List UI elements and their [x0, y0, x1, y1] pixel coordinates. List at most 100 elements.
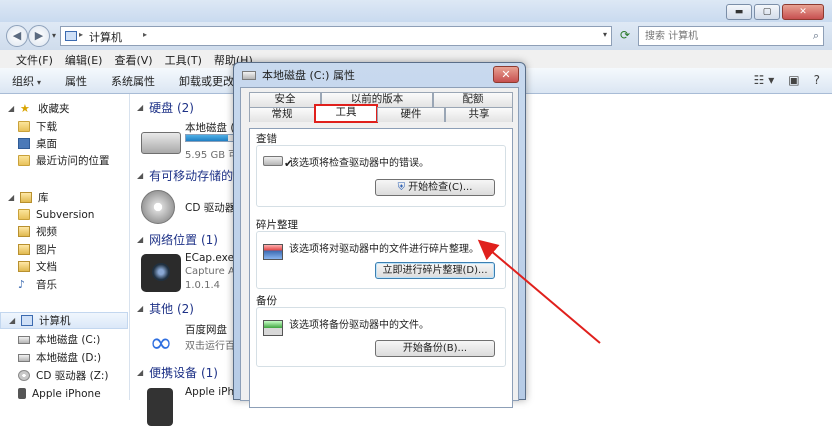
free-space-label: 5.95 GB 可 — [185, 150, 239, 161]
breadcrumb-separator[interactable]: ▸ — [79, 30, 83, 39]
tab-sharing[interactable]: 共享 — [445, 107, 513, 122]
nav-iphone[interactable]: Apple iPhone — [18, 385, 101, 402]
nav-downloads[interactable]: 下载 — [18, 118, 57, 135]
drive-name: CD 驱动器 — [185, 202, 236, 214]
organize-button[interactable]: 组织 ▾ — [12, 73, 41, 89]
cd-drive-tile[interactable]: CD 驱动器 — [141, 188, 241, 232]
title-bar: ▬ ▢ ✕ — [0, 0, 832, 22]
uac-shield-icon: ⛨ — [397, 182, 406, 193]
defrag-icon — [263, 244, 283, 260]
ecap-tile[interactable]: ECap.exe Capture Ap 1.0.1.4 — [141, 252, 241, 296]
item-description: 双击运行百 — [185, 341, 235, 352]
defragment-now-button[interactable]: 立即进行碎片整理(D)... — [375, 262, 495, 279]
hard-drive-icon — [141, 132, 181, 154]
group-title: 便携设备 (1) — [149, 365, 218, 380]
hard-drive-icon — [18, 353, 30, 362]
button-label: 开始检查(C)... — [408, 182, 473, 193]
baidu-tile[interactable]: ∞ 百度网盘 双击运行百 — [141, 322, 241, 366]
computer-icon — [21, 315, 33, 326]
music-icon: ♪ — [18, 278, 26, 291]
breadcrumb-separator[interactable]: ▸ — [143, 30, 147, 39]
refresh-icon[interactable]: ⟳ — [616, 28, 634, 44]
menu-file[interactable]: 文件(F) — [10, 50, 59, 68]
nav-drive-c[interactable]: 本地磁盘 (C:) — [18, 331, 100, 348]
backup-now-button[interactable]: 开始备份(B)... — [375, 340, 495, 357]
address-dropdown-icon[interactable]: ▾ — [603, 30, 607, 39]
view-options-icon[interactable]: ☷ ▾ — [754, 73, 775, 87]
desktop-icon — [18, 138, 30, 149]
address-bar-row: ◀ ▶ ▾ ▸ 计算机 ▸ ▾ ⟳ ⌕ — [0, 22, 832, 50]
document-library-icon — [18, 261, 30, 272]
nav-cd-drive[interactable]: CD 驱动器 (Z:) — [18, 367, 109, 384]
nav-label: 最近访问的位置 — [36, 155, 110, 167]
nav-videos[interactable]: 视频 — [18, 223, 57, 240]
expand-icon[interactable]: ◢ — [8, 104, 18, 113]
nav-label: 库 — [38, 192, 49, 204]
dialog-body: 安全 以前的版本 配额 常规 工具 硬件 共享 查错 ✔ 该选项将检查驱动器中的… — [240, 87, 519, 408]
collapse-icon[interactable]: ◢ — [137, 368, 143, 377]
nav-music[interactable]: ♪ 音乐 — [18, 276, 57, 293]
nav-label: Subversion — [36, 208, 95, 221]
menu-tools[interactable]: 工具(T) — [159, 50, 208, 68]
nav-favorites[interactable]: ◢ ★ 收藏夹 — [8, 100, 70, 117]
group-other[interactable]: ◢ 其他 (2) — [137, 299, 194, 317]
search-box[interactable]: ⌕ — [638, 26, 824, 46]
usage-bar — [185, 134, 239, 142]
organize-label: 组织 — [12, 74, 34, 88]
expand-icon[interactable]: ◢ — [9, 316, 19, 325]
properties-button[interactable]: 属性 — [65, 73, 87, 89]
tab-quota[interactable]: 配额 — [433, 92, 513, 107]
menu-view[interactable]: 查看(V) — [108, 50, 158, 68]
collapse-icon[interactable]: ◢ — [137, 171, 143, 180]
collapse-icon[interactable]: ◢ — [137, 235, 143, 244]
nav-desktop[interactable]: 桌面 — [18, 135, 57, 152]
preview-pane-icon[interactable]: ▣ — [788, 73, 799, 87]
forward-button[interactable]: ▶ — [28, 25, 50, 47]
cd-drive-icon — [18, 370, 30, 381]
close-button[interactable]: ✕ — [782, 4, 824, 20]
nav-pictures[interactable]: 图片 — [18, 241, 57, 258]
nav-label: 桌面 — [36, 138, 57, 150]
nav-computer[interactable]: ◢ 计算机 — [0, 312, 128, 329]
nav-recent[interactable]: 最近访问的位置 — [18, 152, 110, 169]
drive-c-tile[interactable]: 本地磁盘 (C 5.95 GB 可 — [141, 120, 242, 164]
search-input[interactable] — [643, 27, 803, 45]
group-title: 有可移动存储的设 — [149, 168, 246, 183]
dialog-close-button[interactable]: ✕ — [493, 66, 519, 83]
menu-edit[interactable]: 编辑(E) — [59, 50, 109, 68]
nav-label: 收藏夹 — [38, 103, 70, 115]
video-library-icon — [18, 226, 30, 237]
tab-security[interactable]: 安全 — [249, 92, 321, 107]
iphone-tile[interactable]: Apple iPho — [141, 386, 241, 426]
minimize-button[interactable]: ▬ — [726, 4, 752, 20]
collapse-icon[interactable]: ◢ — [137, 304, 143, 313]
nav-subversion[interactable]: Subversion — [18, 206, 94, 223]
system-properties-button[interactable]: 系统属性 — [111, 73, 155, 89]
collapse-icon[interactable]: ◢ — [137, 103, 143, 112]
group-removable[interactable]: ◢ 有可移动存储的设 — [137, 166, 245, 184]
back-button[interactable]: ◀ — [6, 25, 28, 47]
search-icon[interactable]: ⌕ — [813, 29, 819, 43]
phone-icon — [18, 388, 26, 399]
maximize-button[interactable]: ▢ — [754, 4, 780, 20]
help-icon[interactable]: ? — [814, 73, 820, 87]
group-portable[interactable]: ◢ 便携设备 (1) — [137, 363, 218, 381]
nav-documents[interactable]: 文档 — [18, 258, 57, 275]
recent-pages-dropdown[interactable]: ▾ — [52, 31, 56, 40]
address-bar[interactable]: ▸ 计算机 ▸ ▾ — [60, 26, 612, 46]
nav-drive-d[interactable]: 本地磁盘 (D:) — [18, 349, 101, 366]
tab-general[interactable]: 常规 — [249, 107, 315, 122]
expand-icon[interactable]: ◢ — [8, 193, 18, 202]
tab-row-back: 安全 以前的版本 配额 — [249, 92, 513, 107]
check-now-button[interactable]: ⛨ 开始检查(C)... — [375, 179, 495, 196]
nav-label: 本地磁盘 (C:) — [36, 334, 101, 346]
breadcrumb-computer[interactable]: 计算机 — [89, 29, 122, 45]
tab-hardware[interactable]: 硬件 — [377, 107, 445, 122]
computer-icon — [65, 31, 77, 41]
group-network[interactable]: ◢ 网络位置 (1) — [137, 230, 218, 248]
tab-tools[interactable]: 工具 — [314, 104, 378, 123]
nav-label: 音乐 — [36, 279, 57, 291]
group-hard-drives[interactable]: ◢ 硬盘 (2) — [137, 98, 194, 116]
defrag-group: 该选项将对驱动器中的文件进行碎片整理。 立即进行碎片整理(D)... — [256, 231, 506, 289]
nav-library[interactable]: ◢ 库 — [8, 189, 49, 206]
